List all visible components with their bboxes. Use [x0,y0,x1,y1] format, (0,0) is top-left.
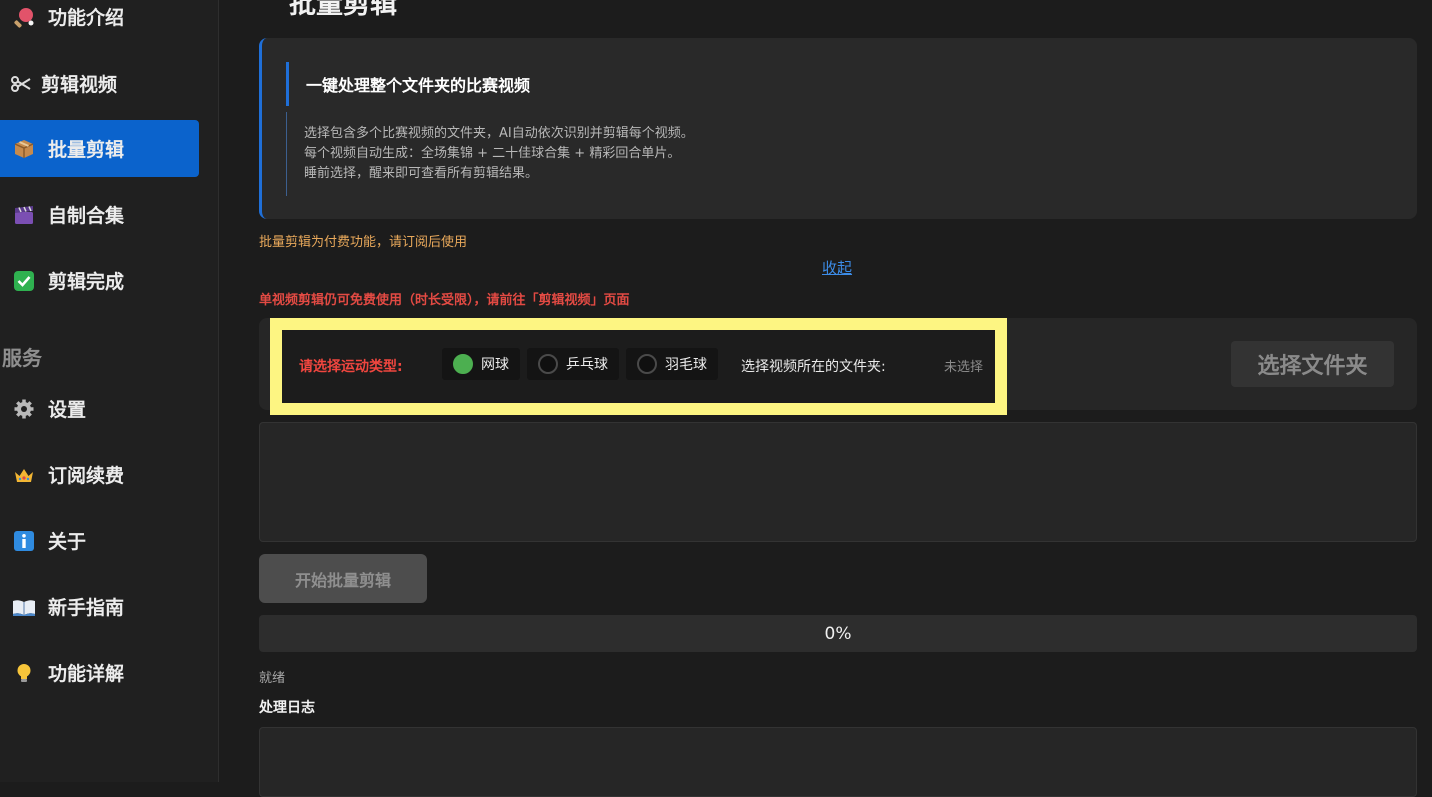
collapse-link[interactable]: 收起 [822,257,852,278]
progress-bar: 0% [259,615,1417,652]
sport-option-table-tennis[interactable]: 乒乓球 [527,348,619,380]
progress-text: 0% [824,623,852,644]
sidebar-item-batch-edit[interactable]: 批量剪辑 [0,120,199,177]
sidebar-item-settings[interactable]: 设置 [0,380,199,437]
sidebar-item-label: 关于 [48,531,87,553]
sidebar-item-feature-details[interactable]: 功能详解 [0,644,199,701]
ping-pong-icon [11,4,37,30]
folder-label: 选择视频所在的文件夹: [741,359,886,375]
sidebar-item-edit-video[interactable]: 剪辑视频 [0,55,199,112]
sidebar-item-custom-collection[interactable]: 自制合集 [0,186,199,243]
info-title: 一键处理整个文件夹的比赛视频 [306,76,531,95]
sidebar-item-label: 功能详解 [48,663,125,685]
sidebar-item-label: 订阅续费 [48,465,125,487]
sport-option-label: 羽毛球 [665,357,707,373]
folder-value: 未选择 [944,360,984,375]
start-batch-button[interactable]: 开始批量剪辑 [259,554,427,603]
sport-option-label: 乒乓球 [566,357,608,373]
log-title: 处理日志 [259,700,315,716]
sidebar-item-label: 功能介绍 [48,7,125,29]
sport-option-badminton[interactable]: 羽毛球 [626,348,718,380]
sport-option-label: 网球 [481,357,509,373]
sidebar-item-label: 剪辑完成 [48,271,125,293]
check-box-icon [11,268,37,294]
info-description: 选择包含多个比赛视频的文件夹，AI自动依次识别并剪辑每个视频。 每个视频自动生成… [286,112,694,196]
sidebar-item-subscription[interactable]: 订阅续费 [0,446,199,503]
info-title-block: 一键处理整个文件夹的比赛视频 [286,62,530,106]
info-icon [11,528,37,554]
info-line: 睡前选择，醒来即可查看所有剪辑结果。 [304,166,539,181]
sport-type-label: 请选择运动类型: [299,359,403,375]
paid-feature-note: 批量剪辑为付费功能，请订阅后使用 [259,235,468,250]
info-card: 一键处理整个文件夹的比赛视频 选择包含多个比赛视频的文件夹，AI自动依次识别并剪… [259,38,1417,219]
radio-selected-icon [453,354,473,374]
sidebar: 功能介绍 剪辑视频 批量剪辑 自制合集 剪辑完成 服务 设置 订阅续费 关于 新… [0,0,219,782]
status-text: 就绪 [259,671,286,686]
video-list[interactable] [259,422,1417,542]
sidebar-item-label: 剪辑视频 [41,74,118,96]
sidebar-item-done[interactable]: 剪辑完成 [0,252,199,309]
clapper-icon [11,202,37,228]
main-content: 批量剪辑 一键处理整个文件夹的比赛视频 选择包含多个比赛视频的文件夹，AI自动依… [219,0,1432,797]
sidebar-item-label: 自制合集 [48,205,125,227]
package-icon [11,136,37,162]
log-area[interactable] [259,727,1417,797]
bulb-icon [11,660,37,686]
scissors-icon [11,71,31,97]
sidebar-item-label: 设置 [48,399,87,421]
info-line: 每个视频自动生成：全场集锦 + 二十佳球合集 + 精彩回合单片。 [304,146,681,161]
radio-unselected-icon [637,354,657,374]
sidebar-item-about[interactable]: 关于 [0,512,199,569]
gear-icon [11,396,37,422]
sidebar-section-services: 服务 [2,346,42,370]
page-title: 批量剪辑 [289,0,397,20]
sport-option-tennis[interactable]: 网球 [442,348,520,380]
book-icon [11,594,37,620]
sidebar-item-guide[interactable]: 新手指南 [0,578,199,635]
radio-unselected-icon [538,354,558,374]
sidebar-item-label: 批量剪辑 [48,139,125,161]
crown-icon [11,462,37,488]
free-usage-note: 单视频剪辑仍可免费使用（时长受限），请前往「剪辑视频」页面 [259,293,630,308]
info-line: 选择包含多个比赛视频的文件夹，AI自动依次识别并剪辑每个视频。 [304,126,694,141]
sidebar-item-intro[interactable]: 功能介绍 [0,0,199,45]
sidebar-item-label: 新手指南 [48,597,125,619]
choose-folder-button[interactable]: 选择文件夹 [1231,341,1394,387]
